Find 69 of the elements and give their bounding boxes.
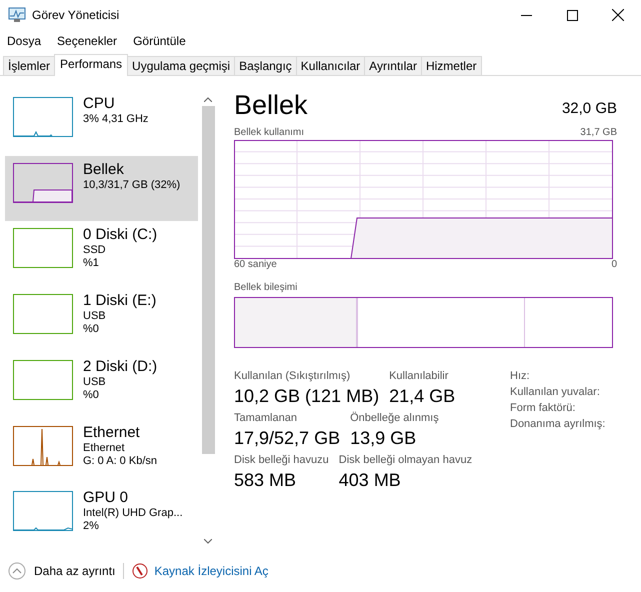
item-name: Ethernet bbox=[83, 424, 141, 441]
stat-label: Tamamlanan bbox=[234, 412, 298, 424]
spec-label: Donanıma ayrılmış: bbox=[510, 418, 606, 430]
stat-value: 21,4 GB bbox=[389, 386, 456, 407]
chevron-up-icon bbox=[8, 562, 26, 580]
minimize-icon[interactable] bbox=[520, 14, 532, 16]
monitor-icon bbox=[8, 7, 26, 23]
close-icon[interactable] bbox=[612, 9, 624, 21]
menu-item[interactable]: Seçenekler bbox=[57, 34, 118, 48]
tab[interactable]: Kullanıcılar bbox=[296, 56, 366, 75]
sidebar-item[interactable]: 2 Diski (D:) USB %0 bbox=[5, 352, 198, 419]
item-detail: %0 bbox=[83, 323, 100, 336]
graph-max: 31,7 GB bbox=[580, 127, 617, 138]
fewer-details-button[interactable]: Daha az ayrıntı bbox=[8, 562, 116, 580]
item-name: 0 Diski (C:) bbox=[83, 226, 158, 244]
stat-value: 583 MB bbox=[234, 470, 298, 491]
item-detail: SSD bbox=[83, 244, 107, 256]
item-detail: USB bbox=[83, 310, 107, 322]
stat-value: 13,9 GB bbox=[350, 428, 418, 449]
scrollbar-thumb[interactable] bbox=[202, 106, 214, 454]
item-detail: %1 bbox=[83, 257, 100, 270]
sidebar-item[interactable]: GPU 0 Intel(R) UHD Grap... 2% bbox=[5, 484, 198, 550]
item-name: 1 Diski (E:) bbox=[83, 292, 156, 310]
total-memory: 32,0 GB bbox=[562, 100, 617, 117]
item-detail: Intel(R) UHD Grap... bbox=[83, 507, 183, 520]
spec-label: Hız: bbox=[510, 370, 531, 382]
stat-label: Kullanılan (Sıkıştırılmış) bbox=[234, 370, 352, 382]
sidebar-item[interactable]: 1 Diski (E:) USB %0 bbox=[5, 287, 198, 353]
tab[interactable]: Hizmetler bbox=[420, 56, 482, 75]
stat-value: 10,2 GB (121 MB) bbox=[234, 386, 380, 407]
item-name: Bellek bbox=[83, 160, 125, 178]
item-name: CPU bbox=[83, 95, 116, 112]
item-detail: 3% 4,31 GHz bbox=[83, 113, 148, 125]
tab[interactable]: Uygulama geçmişi bbox=[127, 56, 236, 75]
stat-label: Disk belleği olmayan havuz bbox=[338, 454, 472, 466]
item-detail: 10,3/31,7 GB (32%) bbox=[83, 178, 180, 191]
item-detail: Ethernet bbox=[83, 442, 126, 454]
spec-label: Form faktörü: bbox=[510, 402, 576, 414]
menu-item[interactable]: Dosya bbox=[7, 34, 42, 48]
stat-label: Disk belleği havuzu bbox=[234, 454, 329, 466]
tab[interactable]: İşlemler bbox=[3, 56, 56, 75]
section-title: Bellek bbox=[234, 90, 308, 121]
sidebar-item[interactable]: 0 Diski (C:) SSD %1 bbox=[5, 221, 198, 288]
menu-item[interactable]: Görüntüle bbox=[133, 34, 186, 48]
axis-label: 60 saniye bbox=[234, 259, 277, 270]
graph-label: Bellek bileşimi bbox=[234, 282, 298, 293]
stat-value: 17,9/52,7 GB bbox=[234, 428, 340, 449]
spec-label: Kullanılan yuvalar: bbox=[510, 386, 601, 398]
item-name: GPU 0 bbox=[83, 489, 130, 506]
stat-label: Önbelleğe alınmış bbox=[350, 412, 439, 424]
stat-value: 403 MB bbox=[338, 470, 402, 491]
axis-label: 0 bbox=[611, 259, 617, 270]
stat-label: Kullanılabilir bbox=[389, 370, 450, 382]
gauge-icon bbox=[132, 563, 148, 579]
graph-label: Bellek kullanımı bbox=[234, 127, 304, 138]
item-name: 2 Diski (D:) bbox=[83, 358, 158, 375]
window-title: Görev Yöneticisi bbox=[32, 8, 120, 22]
item-detail: %0 bbox=[83, 388, 100, 401]
resource-monitor-link[interactable]: Kaynak İzleyicisini Aç bbox=[132, 563, 268, 579]
tab[interactable]: Performans bbox=[54, 54, 128, 76]
item-detail: 2% bbox=[83, 520, 100, 532]
item-detail: USB bbox=[83, 376, 107, 388]
sidebar-item[interactable]: Bellek 10,3/31,7 GB (32%) bbox=[5, 156, 198, 222]
tab[interactable]: Ayrıntılar bbox=[364, 56, 422, 75]
item-detail: G: 0 A: 0 Kb/sn bbox=[83, 454, 157, 467]
sidebar-item[interactable]: CPU 3% 4,31 GHz bbox=[5, 90, 198, 156]
tab[interactable]: Başlangıç bbox=[234, 56, 297, 75]
maximize-icon[interactable] bbox=[566, 10, 578, 20]
sidebar-item[interactable]: Ethernet Ethernet G: 0 A: 0 Kb/sn bbox=[5, 418, 198, 484]
